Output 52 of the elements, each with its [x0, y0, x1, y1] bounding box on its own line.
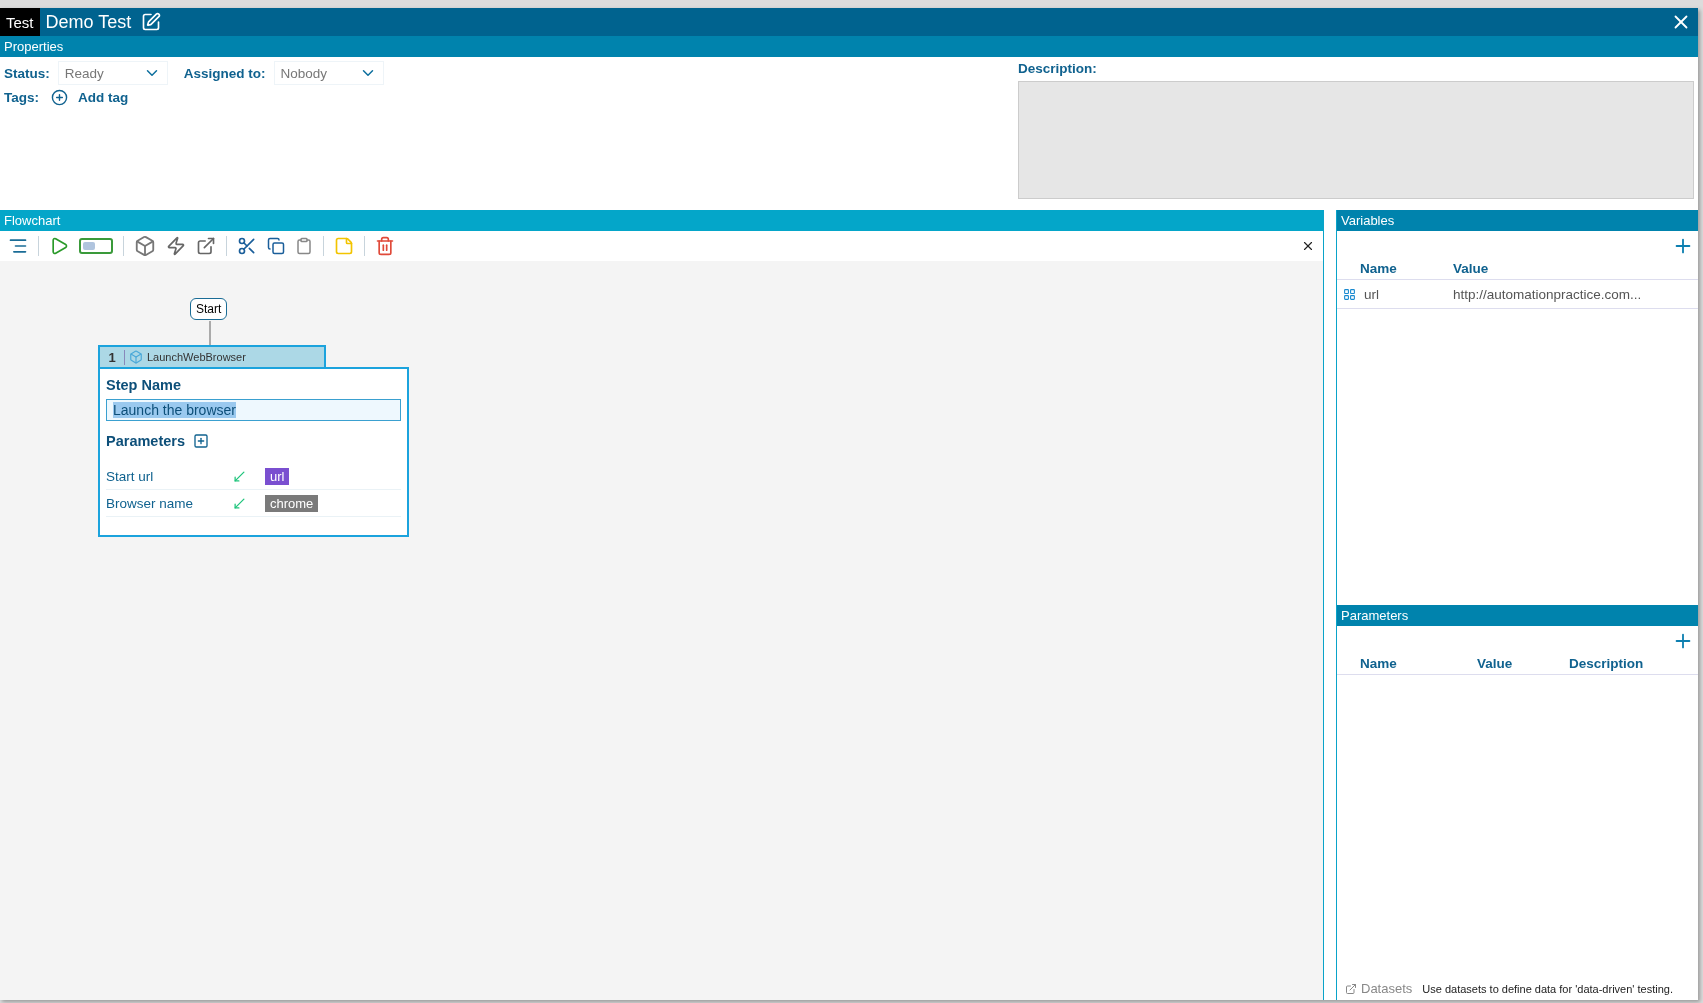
add-tag-link[interactable]: Add tag [51, 89, 129, 106]
plus-circle-icon [51, 89, 68, 106]
paste-icon[interactable] [295, 237, 313, 255]
parameter-value[interactable]: url [265, 467, 290, 485]
column-header: Name [1359, 655, 1398, 671]
grid-icon [1343, 287, 1356, 301]
close-icon[interactable] [1301, 239, 1315, 253]
external-link-icon [1345, 982, 1357, 995]
add-parameter-icon[interactable] [193, 433, 209, 449]
list-icon[interactable] [8, 236, 28, 256]
assigned-label: Assigned to: [183, 65, 266, 81]
cube-icon[interactable] [134, 235, 156, 257]
parameters-header: Parameters [1337, 605, 1698, 626]
parameter-value[interactable]: chrome [265, 494, 319, 512]
lightning-icon[interactable] [166, 236, 186, 256]
parameter-name: Start url [106, 468, 155, 484]
delete-icon[interactable] [375, 236, 395, 256]
start-node[interactable]: Start [190, 298, 228, 320]
column-header: Value [1453, 260, 1490, 276]
tags-label: Tags: [4, 90, 39, 105]
external-link-icon[interactable] [196, 236, 216, 256]
description-field[interactable] [1018, 81, 1694, 199]
column-header: Name [1359, 260, 1398, 276]
status-label: Status: [4, 65, 50, 81]
variable-value: http://automationpractice.com... [1453, 286, 1643, 302]
step-name-field[interactable]: Launch the browser [106, 399, 401, 421]
step-header[interactable]: 1 LaunchWebBrowser [98, 345, 326, 367]
column-header: Value [1476, 655, 1514, 671]
step-number: 1 [100, 349, 125, 365]
cut-icon[interactable] [237, 236, 257, 256]
datasets-hint: Use datasets to define data for 'data-driven' testing. [1422, 982, 1673, 995]
run-icon[interactable] [49, 236, 69, 256]
datasets-link[interactable]: Datasets [1345, 981, 1413, 996]
column-header: Description [1568, 655, 1645, 671]
variable-name: url [1364, 286, 1379, 302]
parameter-name: Browser name [106, 495, 195, 511]
description-label: Description: [1018, 61, 1098, 76]
test-tab[interactable]: Test [0, 8, 40, 36]
flowchart-header: Flowchart [0, 210, 1323, 231]
status-dropdown[interactable]: Ready [57, 61, 168, 85]
assigned-dropdown[interactable]: Nobody [273, 61, 384, 85]
copy-icon[interactable] [267, 237, 285, 255]
properties-header: Properties [0, 36, 1698, 57]
cube-icon [129, 350, 143, 364]
variables-header: Variables [1337, 210, 1698, 231]
test-title: Demo Test [45, 11, 132, 33]
edit-icon[interactable] [141, 12, 162, 32]
toggle-icon[interactable] [79, 238, 113, 254]
connector-line [209, 321, 211, 345]
step-type: LaunchWebBrowser [147, 351, 246, 363]
step-name-label: Step Name [106, 377, 182, 393]
parameters-label: Parameters [106, 433, 185, 449]
